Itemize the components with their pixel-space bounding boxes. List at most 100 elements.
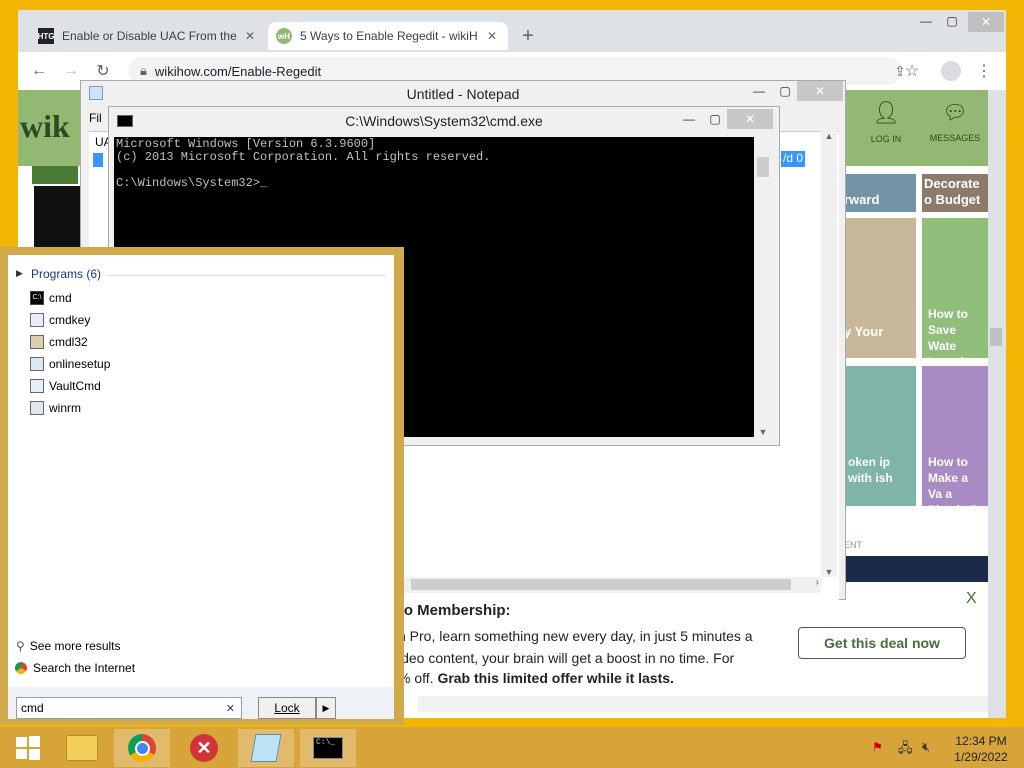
lock-button[interactable]: Lock (258, 697, 316, 719)
chrome-taskbar-button[interactable] (114, 729, 170, 767)
close-icon[interactable]: ✕ (797, 81, 843, 101)
group-divider (106, 275, 386, 276)
chat-icon: 💬︎ (942, 102, 968, 124)
clock[interactable]: 12:34 PM 1/29/2022 (946, 733, 1016, 765)
maximize-icon[interactable]: ▢ (701, 109, 729, 129)
notepad-taskbar-button[interactable] (238, 729, 294, 767)
close-promo-button[interactable]: X (966, 590, 977, 608)
tab-title: 5 Ways to Enable Regedit - wikiH (300, 29, 478, 43)
login-button[interactable]: 👤︎ LOG IN (848, 100, 924, 160)
windows-logo-icon (16, 736, 40, 760)
scroll-down-icon[interactable]: ▼ (821, 567, 837, 577)
hscroll-thumb[interactable] (411, 579, 791, 590)
tab-title: Enable or Disable UAC From the (62, 29, 237, 43)
notepad-titlebar[interactable]: Untitled - Notepad — ▢ ✕ (81, 81, 845, 107)
new-tab-button[interactable]: + (516, 24, 540, 48)
page-scroll-thumb[interactable] (990, 328, 1002, 346)
search-input[interactable]: cmd ✕ (16, 697, 242, 719)
article-card[interactable]: rward (844, 174, 916, 212)
profile-icon[interactable] (940, 60, 962, 82)
promo-offer: Grab this limited offer while it lasts. (437, 670, 674, 686)
cmd-icon (117, 115, 133, 127)
network-icon[interactable]: 🖧︎ (898, 739, 913, 761)
notepad-vscroll[interactable]: ▲ ▼ (821, 131, 837, 577)
get-deal-button[interactable]: Get this deal now (798, 627, 966, 659)
article-card[interactable]: How to Save Wate Laundry R (922, 218, 988, 358)
tools-icon (30, 335, 44, 349)
taskbar: ✕ C:\_ ⚑ 🖧︎ 🔇︎ 12:34 PM 1/29/2022 (0, 727, 1024, 768)
minimize-icon[interactable]: — (675, 109, 703, 129)
programs-group-header[interactable]: Programs (6) (31, 267, 101, 281)
scroll-right-icon[interactable]: › (816, 577, 819, 588)
console-prompt: C:\Windows\System32>_ (116, 176, 268, 190)
program-vaultcmd[interactable]: VaultCmd (30, 375, 101, 397)
setup-icon (30, 357, 44, 371)
promo-text: n Pro, learn something new every day, in… (398, 628, 753, 644)
reload-icon[interactable]: ↻ (92, 60, 114, 82)
cmd-taskbar-button[interactable]: C:\_ (300, 729, 356, 767)
clear-icon[interactable]: ✕ (226, 702, 235, 715)
see-more-results-link[interactable]: ⚲ See more results (16, 639, 121, 653)
window-icon (30, 379, 44, 393)
article-card[interactable]: y Your (844, 218, 916, 358)
close-icon[interactable]: ✕ (242, 29, 258, 43)
window-icon (30, 313, 44, 327)
volume-muted-icon[interactable]: 🔇︎ (922, 739, 930, 755)
notepad-selected-text: /d 0 (781, 151, 806, 167)
close-icon[interactable]: ✕ (727, 109, 773, 129)
notepad-title: Untitled - Notepad (406, 86, 520, 102)
notepad-icon (250, 734, 282, 762)
close-icon[interactable]: ✕ (484, 29, 500, 43)
error-icon: ✕ (190, 734, 218, 762)
maximize-icon[interactable]: ▢ (771, 81, 799, 101)
cmd-scrollbar[interactable]: ▼ (755, 137, 771, 437)
chrome-icon (128, 734, 156, 762)
promo-title: ro Membership: (398, 602, 511, 619)
console-line: (c) 2013 Microsoft Corporation. All righ… (116, 150, 491, 164)
program-cmdkey[interactable]: cmdkey (30, 309, 90, 331)
action-center-flag-icon[interactable]: ⚑ (872, 740, 883, 754)
minimize-icon[interactable]: — (914, 14, 938, 34)
promo-text: % off. Grab this limited offer while it … (398, 670, 674, 686)
messages-button[interactable]: 💬︎ MESSAGES (918, 100, 988, 160)
wikihow-logo[interactable]: wik (20, 108, 70, 145)
program-cmdl32[interactable]: cmdl32 (30, 331, 88, 353)
wikihow-favicon-icon: wH (276, 28, 292, 44)
notepad-hscroll[interactable]: › (401, 577, 821, 593)
forward-arrow-icon[interactable]: → (60, 60, 82, 82)
scroll-down-icon[interactable]: ▼ (755, 427, 771, 437)
search-internet-link[interactable]: Search the Internet (15, 661, 135, 675)
tab-uac[interactable]: HTG Enable or Disable UAC From the ✕ (30, 22, 266, 50)
program-onlinesetup[interactable]: onlinesetup (30, 353, 110, 375)
close-window-button[interactable]: ✕ (968, 12, 1004, 32)
bookmark-star-icon[interactable]: ☆ (901, 60, 923, 82)
tab-regedit[interactable]: wH 5 Ways to Enable Regedit - wikiH ✕ (268, 22, 508, 50)
text-selection (93, 153, 103, 167)
program-winrm[interactable]: winrm (30, 397, 81, 419)
search-results: ▶ Programs (6) C:\ cmd cmdkey cmdl32 onl… (8, 255, 394, 719)
article-card[interactable]: oken ip with ish (844, 366, 916, 506)
minimize-icon[interactable]: — (745, 81, 773, 101)
scroll-up-icon[interactable]: ▲ (821, 131, 837, 141)
article-card[interactable]: Decorate o Budget (922, 174, 988, 212)
error-app-button[interactable]: ✕ (176, 729, 232, 767)
htg-favicon-icon: HTG (38, 28, 54, 44)
cmd-titlebar[interactable]: C:\Windows\System32\cmd.exe — ▢ ✕ (109, 107, 779, 135)
horizontal-scrollbar[interactable] (418, 696, 988, 712)
clock-date: 1/29/2022 (954, 750, 1008, 764)
shutdown-options-arrow-icon[interactable]: ▶ (316, 697, 336, 719)
menu-file[interactable]: Fil (89, 111, 102, 125)
article-card[interactable]: How to Make a Va a Plastic B (922, 366, 988, 506)
maximize-icon[interactable]: ▢ (940, 14, 964, 34)
folder-icon (66, 735, 98, 761)
lock-icon: 🔒︎ (140, 63, 147, 78)
start-button[interactable] (0, 729, 56, 767)
ad-banner[interactable] (844, 556, 988, 582)
cmd-scroll-thumb[interactable] (757, 157, 769, 177)
clock-time: 12:34 PM (955, 734, 1007, 748)
menu-icon[interactable]: ⋮ (973, 60, 995, 82)
back-arrow-icon[interactable]: ← (28, 60, 50, 82)
program-cmd[interactable]: C:\ cmd (30, 287, 72, 309)
file-explorer-button[interactable] (54, 729, 110, 767)
expand-arrow-icon[interactable]: ▶ (16, 268, 23, 279)
